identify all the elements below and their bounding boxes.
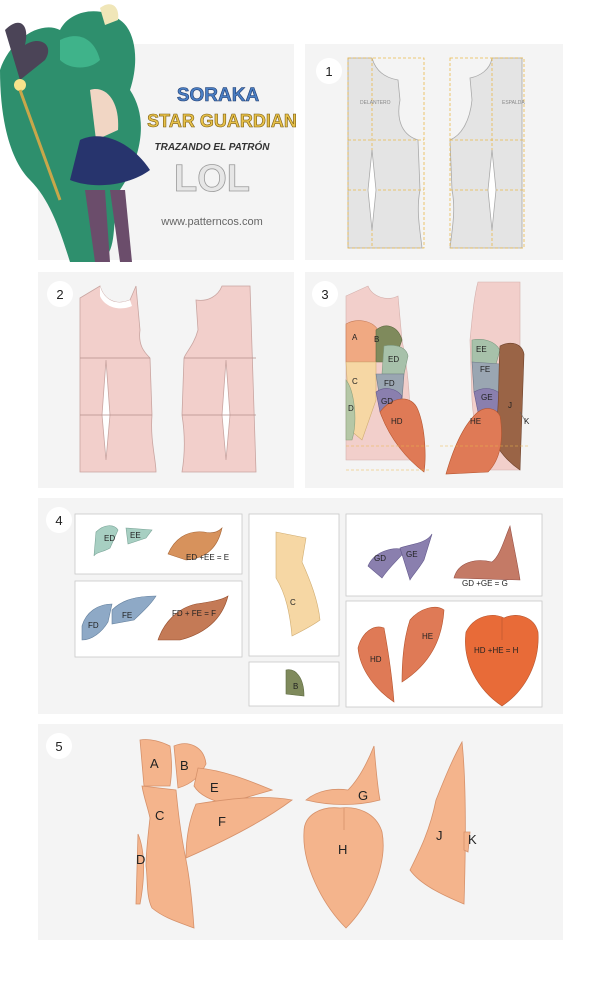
final-k: K [468,832,477,847]
final-g: G [358,788,368,803]
final-c: C [155,808,164,823]
final-f: F [218,814,226,829]
final-b: B [180,758,189,773]
final-e: E [210,780,219,795]
final-j: J [436,828,443,843]
final-a: A [150,756,159,771]
final-d: D [136,852,145,867]
final-h: H [338,842,347,857]
step5-final: A B C D E F G H J K [135,739,477,929]
